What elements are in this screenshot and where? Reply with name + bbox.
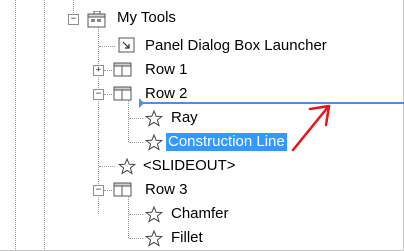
tree-panel: − My Tools Panel Dialog Box Launcher + R… <box>0 0 404 251</box>
panel-row-icon <box>113 182 132 197</box>
tree-node-label: Chamfer <box>171 205 229 222</box>
dialog-launcher-icon <box>118 37 135 53</box>
toolbar-icon <box>87 11 106 28</box>
tree-node-label-selected: Construction Line <box>166 133 287 151</box>
tree-connector <box>129 142 143 143</box>
panel-row-icon <box>113 86 132 101</box>
star-outline-icon <box>145 134 163 151</box>
annotation-arrow-icon <box>291 104 331 152</box>
tree-connector <box>129 238 143 239</box>
collapse-toggle[interactable]: − <box>93 89 104 100</box>
tree-node-label: Row 1 <box>145 61 188 78</box>
tree-connector <box>104 70 112 71</box>
tree-connector <box>104 190 112 191</box>
tree-connector <box>129 214 143 215</box>
tree-node-label: My Tools <box>117 9 176 26</box>
star-outline-icon <box>145 206 163 223</box>
tree-guide-line <box>44 0 45 251</box>
expand-toggle[interactable]: + <box>93 65 104 76</box>
star-outline-icon <box>118 158 136 175</box>
tree-node-label: <SLIDEOUT> <box>143 157 236 174</box>
tree-node-label: Row 2 <box>145 85 188 102</box>
tree-connector <box>99 166 115 167</box>
collapse-toggle[interactable]: − <box>93 185 104 196</box>
drop-insertion-indicator <box>141 102 404 104</box>
tree-guide-line <box>128 194 129 238</box>
tree-connector <box>129 118 143 119</box>
panel-row-icon <box>113 62 132 77</box>
tree-guide-line <box>15 0 16 251</box>
tree-node-label: Panel Dialog Box Launcher <box>145 37 327 54</box>
tree-connector <box>104 94 112 95</box>
star-outline-icon <box>145 110 163 127</box>
tree-guide-line <box>128 98 129 142</box>
collapse-toggle[interactable]: − <box>68 14 79 25</box>
star-outline-icon <box>145 230 163 247</box>
tree-node-label: Ray <box>171 109 198 126</box>
tree-node-label: Fillet <box>171 229 203 246</box>
drop-indicator-arrowhead <box>139 98 144 108</box>
tree-connector <box>99 46 115 47</box>
tree-node-label: Row 3 <box>145 181 188 198</box>
